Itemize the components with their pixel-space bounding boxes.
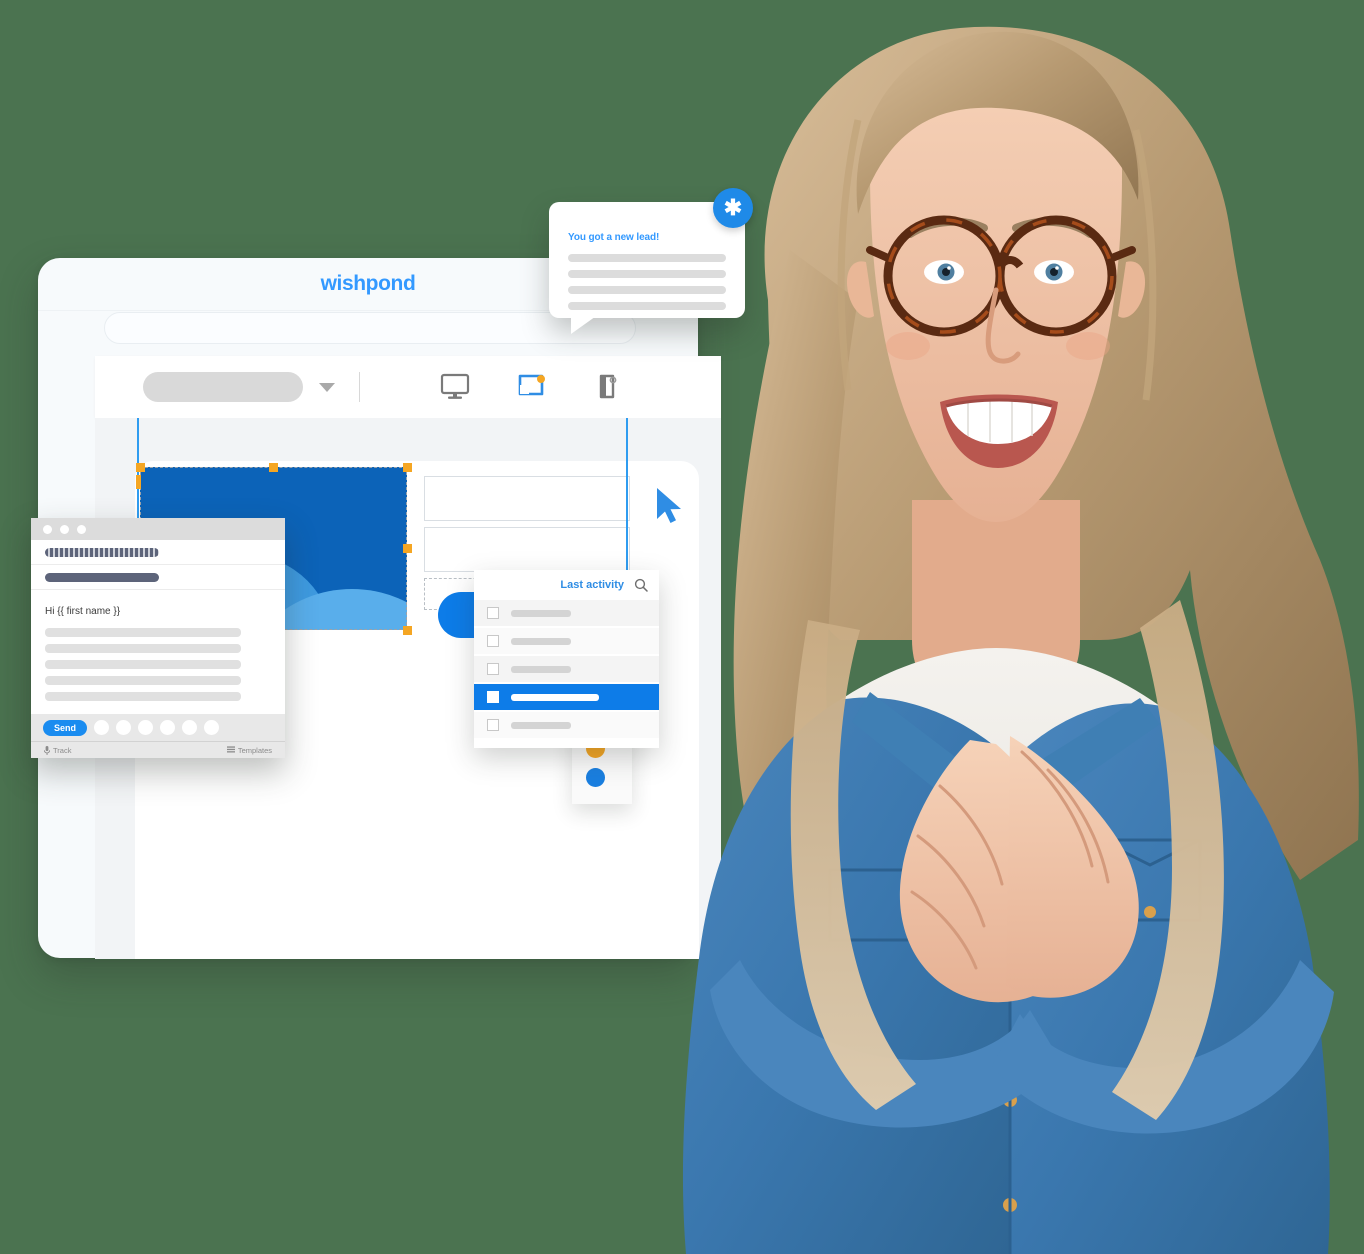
window-dot-maximize[interactable] <box>77 524 86 534</box>
email-body-line <box>45 676 241 685</box>
composer-tool-icon[interactable] <box>138 720 154 735</box>
email-subject-value <box>45 572 159 582</box>
window-dot-minimize[interactable] <box>60 524 69 534</box>
email-action-bar: Send <box>31 714 285 742</box>
composer-tool-icon[interactable] <box>160 720 176 735</box>
email-body-line <box>45 660 241 669</box>
email-body[interactable]: Hi {{ first name }} <box>31 590 285 714</box>
chevron-down-icon[interactable] <box>319 382 335 392</box>
email-body-line <box>45 628 241 637</box>
templates-label: Templates <box>237 745 272 755</box>
window-dot-close[interactable] <box>43 524 52 534</box>
email-to-row[interactable] <box>31 540 285 565</box>
wishpond-logo: wishpond <box>320 272 416 295</box>
desktop-icon <box>440 373 470 399</box>
row-checkbox[interactable] <box>487 635 499 647</box>
templates-icon <box>226 746 235 753</box>
resize-handle-top-left[interactable] <box>136 463 145 472</box>
email-subject-row[interactable] <box>31 565 285 590</box>
email-greeting: Hi {{ first name }} <box>45 606 121 617</box>
email-footer: Track Templates <box>31 742 285 758</box>
resize-handle-middle-right[interactable] <box>403 544 412 553</box>
email-titlebar <box>31 518 285 540</box>
resize-handle-left[interactable] <box>136 475 141 489</box>
composer-tool-icon[interactable] <box>182 720 198 735</box>
send-button[interactable]: Send <box>43 719 88 736</box>
email-header-rows <box>31 540 285 590</box>
row-checkbox[interactable] <box>487 663 499 675</box>
composer-tool-icon[interactable] <box>116 720 132 735</box>
email-body-line <box>45 692 241 701</box>
screenshot-stage: wishpond ✱ You got a new lead! Hi {{fir… <box>0 0 1364 1254</box>
row-checkbox[interactable] <box>487 607 499 619</box>
track-label: Track <box>53 745 72 755</box>
composer-tool-icon[interactable] <box>94 720 110 735</box>
composer-tool-icon[interactable] <box>204 720 220 735</box>
track-button[interactable]: Track <box>44 745 72 755</box>
row-checkbox[interactable] <box>487 691 499 703</box>
email-body-line <box>45 644 241 653</box>
email-composer-window: Hi {{ first name }} Send Track Templates <box>31 518 285 758</box>
templates-button[interactable]: Templates <box>226 745 272 755</box>
resize-handle-top-center[interactable] <box>269 463 278 472</box>
resize-handle-top-right[interactable] <box>403 463 412 472</box>
toolbar-divider <box>359 372 360 402</box>
row-checkbox[interactable] <box>487 719 499 731</box>
microphone-icon <box>44 745 50 755</box>
portrait-photo <box>682 26 1359 1254</box>
resize-handle-bottom-right[interactable] <box>403 626 412 635</box>
element-select-dropdown[interactable] <box>143 372 303 402</box>
device-tab-desktop[interactable] <box>438 370 472 404</box>
email-to-value <box>45 547 159 557</box>
